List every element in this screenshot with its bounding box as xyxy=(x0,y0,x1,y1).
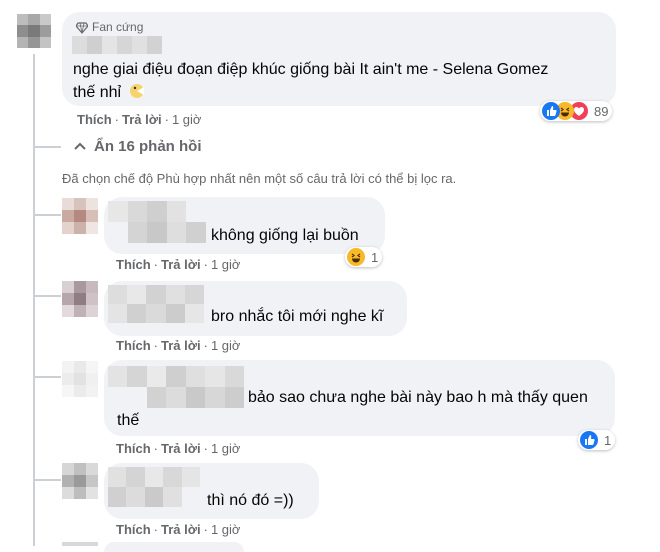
avatar[interactable] xyxy=(62,198,98,234)
comment-actions: Thích · Trả lời · 1 giờ xyxy=(77,112,202,127)
thread-branch xyxy=(35,376,61,378)
reply-actions: Thích · Trả lời · 1 giờ xyxy=(116,257,241,272)
thread-line xyxy=(33,54,35,546)
haha-icon xyxy=(347,248,365,266)
reply-button[interactable]: Trả lời xyxy=(161,338,201,353)
diamond-icon xyxy=(75,21,89,34)
avatar[interactable] xyxy=(62,281,98,317)
timestamp[interactable]: 1 giờ xyxy=(172,112,202,127)
avatar[interactable] xyxy=(62,542,98,546)
reply-text: bro nhắc tôi mới nghe kĩ xyxy=(211,308,384,325)
reply-author-name[interactable] xyxy=(108,201,206,243)
comment-text-line2: thế nhỉ xyxy=(73,82,145,104)
reaction-summary[interactable]: 1 xyxy=(345,247,383,267)
reaction-count: 89 xyxy=(594,103,609,119)
timestamp[interactable]: 1 giờ xyxy=(211,338,241,353)
like-button[interactable]: Thích xyxy=(77,112,112,127)
timestamp[interactable]: 1 giờ xyxy=(211,257,241,272)
reaction-summary[interactable]: 89 xyxy=(540,101,613,121)
comment-text-line2-value: thế nhỉ xyxy=(73,84,122,101)
emoji-icon xyxy=(129,83,145,99)
reply-author-name[interactable] xyxy=(108,285,204,323)
fan-badge-label[interactable]: Fan cứng xyxy=(92,20,143,34)
like-button[interactable]: Thích xyxy=(116,338,151,353)
like-button[interactable]: Thích xyxy=(116,441,151,456)
filter-note: Đã chọn chế độ Phù hợp nhất nên một số c… xyxy=(62,171,457,186)
like-icon xyxy=(580,431,598,449)
reply-actions: Thích · Trả lời · 1 giờ xyxy=(116,338,241,353)
thread-branch xyxy=(35,214,61,216)
reply-text-line2: thế xyxy=(117,412,140,429)
reply-author-name[interactable] xyxy=(108,467,200,507)
reply-actions: Thích · Trả lời · 1 giờ xyxy=(116,441,241,456)
commenter-name[interactable] xyxy=(72,36,162,54)
reply-text: không giống lại buồn xyxy=(211,227,359,244)
like-button[interactable]: Thích xyxy=(116,257,151,272)
thread-branch xyxy=(35,295,61,297)
reaction-count: 1 xyxy=(604,432,612,448)
hide-replies-label: Ẩn 16 phản hồi xyxy=(94,138,202,155)
timestamp[interactable]: 1 giờ xyxy=(211,441,241,456)
avatar[interactable] xyxy=(62,361,98,397)
like-icon xyxy=(542,102,560,120)
reply-button[interactable]: Trả lời xyxy=(161,441,201,456)
reply-button[interactable]: Trả lời xyxy=(122,112,162,127)
timestamp[interactable]: 1 giờ xyxy=(211,522,241,537)
chevron-up-icon xyxy=(74,138,86,150)
reply-text: thì nó đó =)) xyxy=(207,492,294,509)
reply-button[interactable]: Trả lời xyxy=(161,522,201,537)
reply-button[interactable]: Trả lời xyxy=(161,257,201,272)
reply-actions: Thích · Trả lời · 1 giờ xyxy=(116,522,241,537)
reaction-count: 1 xyxy=(371,249,379,265)
like-button[interactable]: Thích xyxy=(116,522,151,537)
reply-author-name[interactable] xyxy=(108,366,244,408)
hide-replies-button[interactable]: Ẩn 16 phản hồi xyxy=(74,138,202,155)
thread-branch xyxy=(35,479,61,481)
reaction-summary[interactable]: 1 xyxy=(578,430,616,450)
reply-bubble xyxy=(104,542,244,552)
thread-branch xyxy=(35,146,61,148)
avatar[interactable] xyxy=(62,463,98,499)
avatar[interactable] xyxy=(17,14,51,48)
reply-text-line1: bảo sao chưa nghe bài này bao h mà thấy … xyxy=(248,389,588,406)
comment-text-line1: nghe giai điệu đoạn điệp khúc giống bài … xyxy=(73,61,549,78)
